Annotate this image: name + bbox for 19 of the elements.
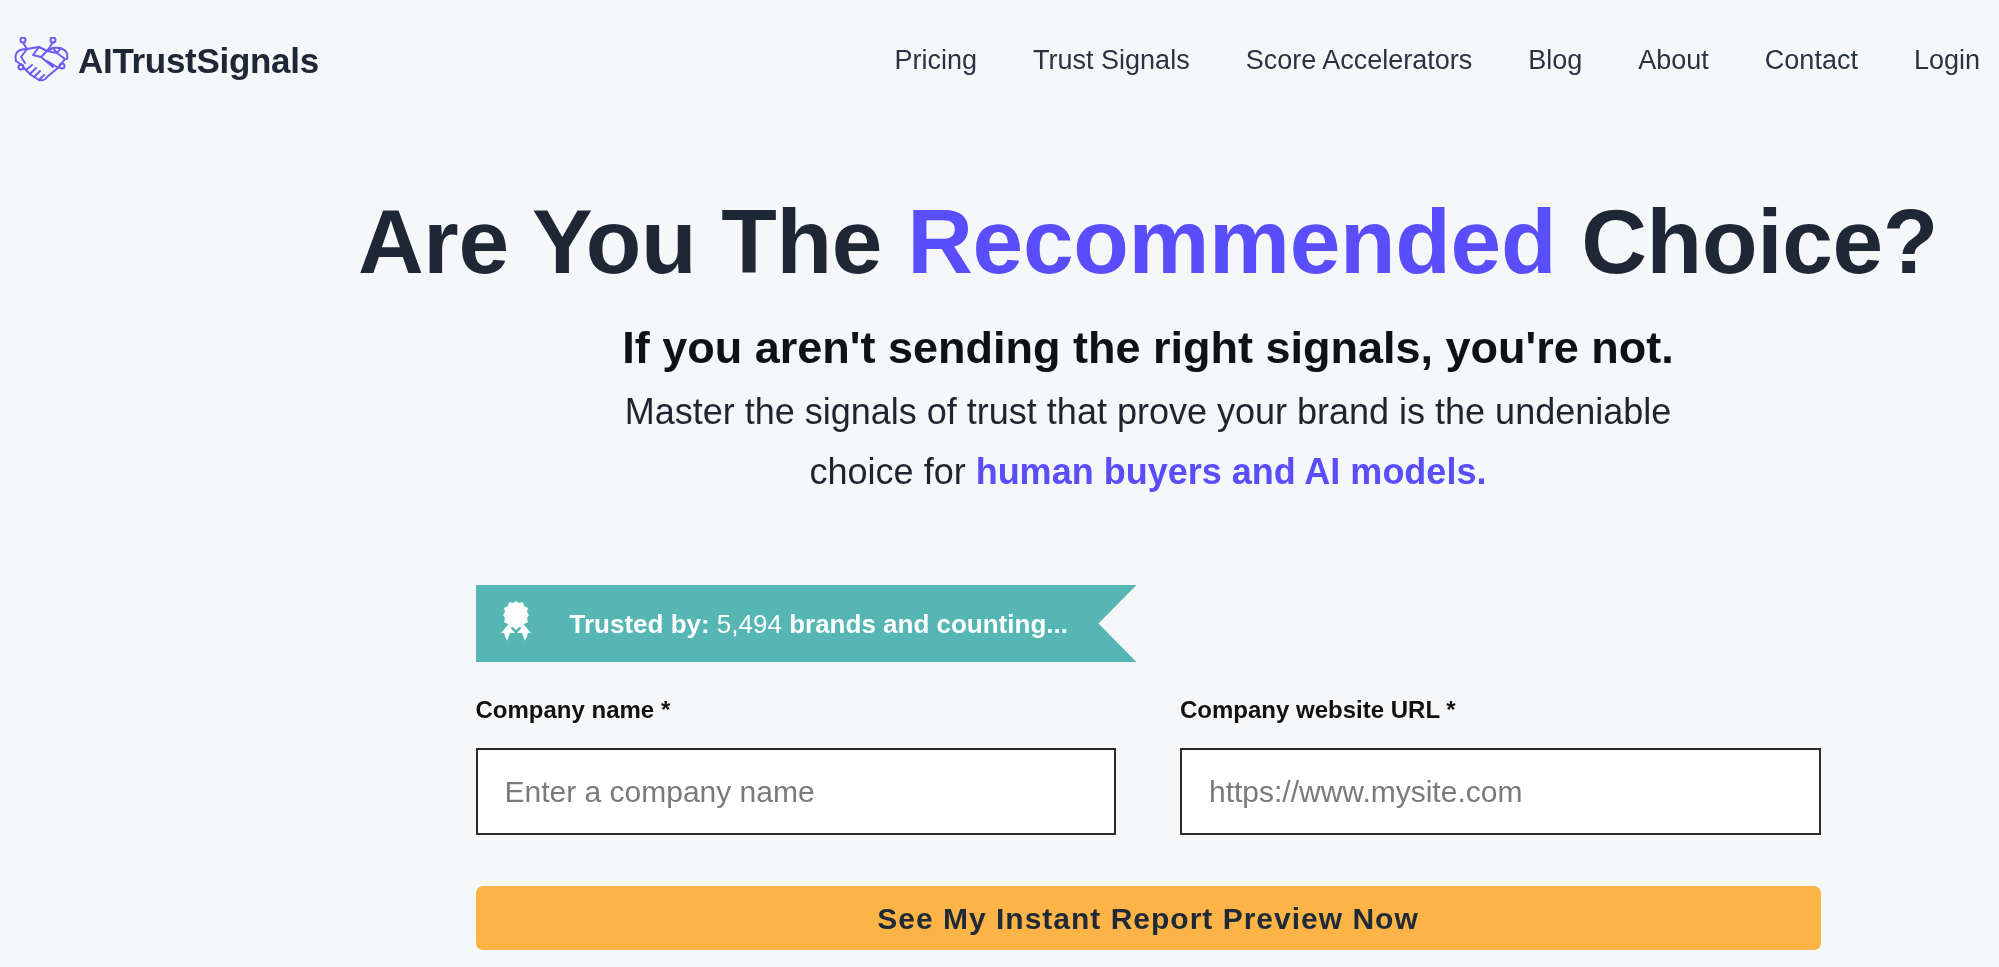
nav-link[interactable]: Pricing <box>894 46 978 74</box>
nav-link[interactable]: Login <box>1913 46 1980 74</box>
nav-link[interactable]: About <box>1638 46 1709 74</box>
nav-link[interactable]: Trust Signals <box>1033 46 1190 74</box>
nav-link[interactable]: Score Accelerators <box>1245 46 1473 74</box>
field-label: Company name * <box>475 695 671 725</box>
hero-heading: Are You The Recommended Choice? <box>357 197 1939 287</box>
nav-link[interactable]: Contact <box>1764 46 1858 74</box>
nav-link[interactable]: Blog <box>1528 46 1583 74</box>
hero-subheading: If you aren't sending the right signals, you're not. <box>622 322 1674 374</box>
submit-button[interactable]: See My Instant Report Preview Now <box>475 886 1821 950</box>
input-field[interactable]: Enter a company name <box>475 748 1116 835</box>
handshake-icon[interactable] <box>13 37 70 83</box>
hero-description: Master the signals of trust that prove your brand is the undeniable choice for human buyers and AI models. <box>623 390 1673 494</box>
field-label: Company website URL * <box>1180 695 1456 725</box>
input-field[interactable]: https://www.mysite.com <box>1180 748 1821 835</box>
logo-text[interactable]: AITrustSignals <box>78 42 319 78</box>
trust-badge-text: Trusted by: 5,494 brands and counting... <box>569 610 1068 637</box>
highlight-link[interactable]: human buyers and AI models. <box>975 451 1487 492</box>
